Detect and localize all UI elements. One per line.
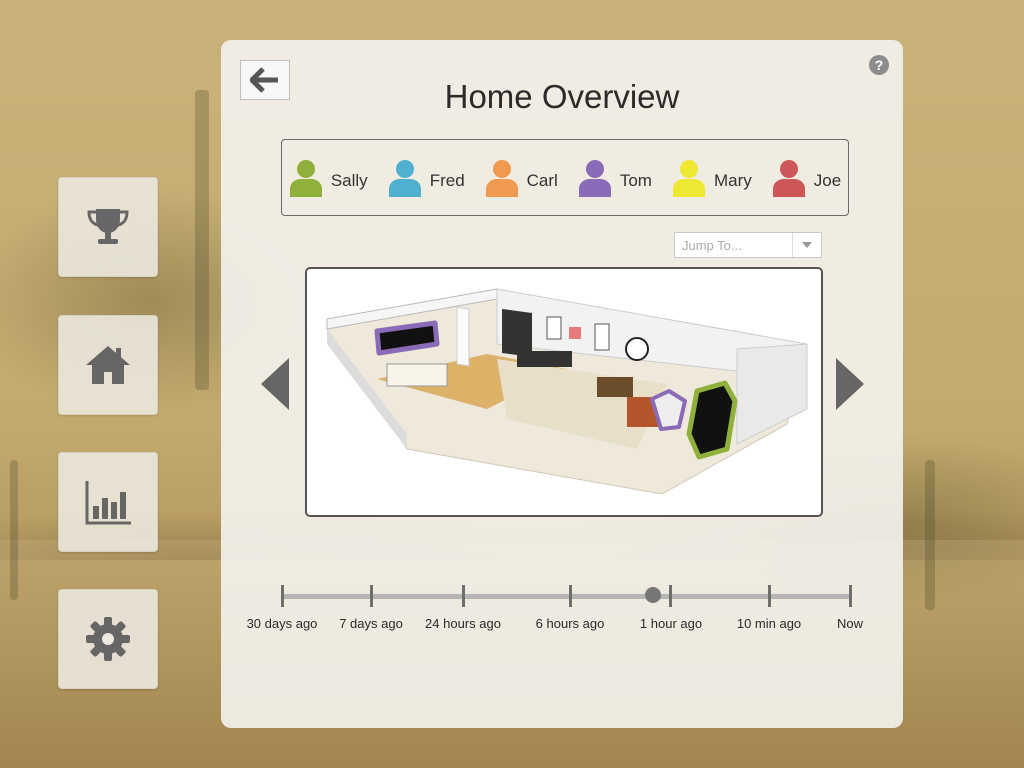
timeline-label[interactable]: 7 days ago bbox=[339, 616, 403, 631]
jump-to-placeholder: Jump To... bbox=[682, 237, 742, 253]
bar-chart-icon bbox=[85, 481, 131, 525]
timeline-tick bbox=[370, 585, 373, 607]
person-icon bbox=[289, 159, 322, 197]
jump-to-dropdown[interactable]: Jump To... bbox=[674, 232, 822, 258]
user-name: Fred bbox=[429, 170, 465, 190]
trophy-icon bbox=[87, 209, 129, 244]
user-carl[interactable]: Carl bbox=[485, 159, 558, 197]
timeline-label[interactable]: Now bbox=[837, 616, 863, 631]
background-tree bbox=[925, 460, 935, 610]
next-arrow-icon[interactable] bbox=[834, 358, 864, 410]
person-icon bbox=[672, 159, 705, 197]
home-overview-panel: ? Home Overview Sally Fred Carl Tom Mary… bbox=[221, 40, 903, 728]
timeline-tick bbox=[569, 585, 572, 607]
floorplan-image bbox=[326, 288, 808, 495]
timeline-tick bbox=[768, 585, 771, 607]
timeline-track bbox=[282, 594, 852, 599]
gear-icon bbox=[86, 617, 130, 661]
user-tom[interactable]: Tom bbox=[578, 159, 652, 197]
page-title: Home Overview bbox=[444, 78, 680, 115]
timeline-tick bbox=[462, 585, 465, 607]
home-icon bbox=[86, 346, 130, 384]
timeline-label[interactable]: 30 days ago bbox=[247, 616, 318, 631]
timeline-label[interactable]: 10 min ago bbox=[737, 616, 801, 631]
person-icon bbox=[578, 159, 611, 197]
sidebar-item-stats[interactable] bbox=[58, 452, 158, 552]
timeline-tick bbox=[281, 585, 284, 607]
person-icon bbox=[388, 159, 421, 197]
sidebar-item-trophy[interactable] bbox=[58, 177, 158, 277]
previous-arrow-icon[interactable] bbox=[261, 358, 291, 410]
floorplan-viewer[interactable] bbox=[305, 267, 823, 517]
user-fred[interactable]: Fred bbox=[388, 159, 465, 197]
timeline-tick bbox=[669, 585, 672, 607]
user-joe[interactable]: Joe bbox=[772, 159, 841, 197]
user-name: Carl bbox=[526, 170, 558, 190]
sidebar-item-home[interactable] bbox=[58, 315, 158, 415]
timeline-label[interactable]: 1 hour ago bbox=[640, 616, 702, 631]
user-name: Joe bbox=[813, 170, 842, 190]
user-name: Sally bbox=[330, 170, 368, 190]
user-filter-bar: Sally Fred Carl Tom Mary Joe bbox=[281, 139, 849, 216]
background-tree bbox=[195, 90, 209, 390]
sidebar-item-settings[interactable] bbox=[58, 589, 158, 689]
user-name: Mary bbox=[713, 170, 752, 190]
help-button[interactable]: ? bbox=[869, 55, 889, 75]
chevron-down-icon bbox=[792, 233, 821, 257]
user-sally[interactable]: Sally bbox=[289, 159, 368, 197]
background-tree bbox=[10, 460, 18, 600]
timeline-label[interactable]: 24 hours ago bbox=[425, 616, 501, 631]
person-icon bbox=[485, 159, 518, 197]
timeline-slider-handle[interactable] bbox=[645, 587, 661, 603]
timeline[interactable]: 30 days ago 7 days ago 24 hours ago 6 ho… bbox=[221, 580, 903, 640]
timeline-label[interactable]: 6 hours ago bbox=[536, 616, 605, 631]
user-mary[interactable]: Mary bbox=[672, 159, 752, 197]
user-name: Tom bbox=[619, 170, 652, 190]
timeline-tick bbox=[849, 585, 852, 607]
person-icon bbox=[772, 159, 805, 197]
